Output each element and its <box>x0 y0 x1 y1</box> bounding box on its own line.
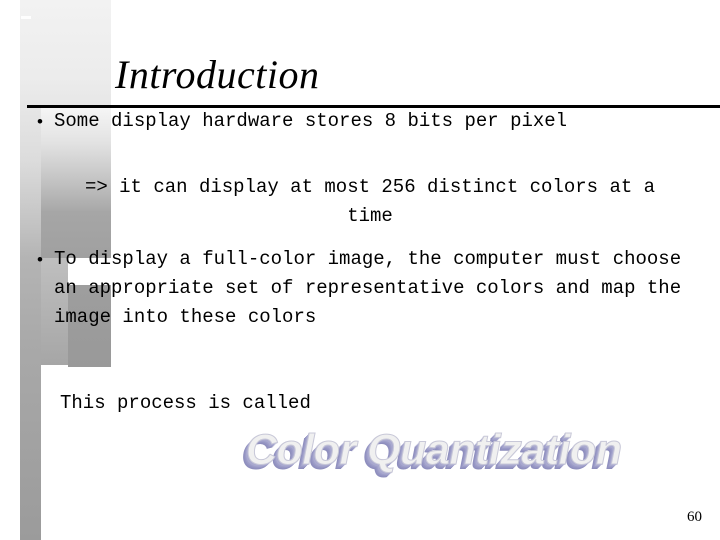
decorative-highlight-streak <box>21 16 31 19</box>
wordart-graphic: Color Quantization <box>246 424 646 480</box>
bullet-marker-icon: • <box>37 112 43 131</box>
bullet-text: Some display hardware stores 8 bits per … <box>54 110 568 132</box>
bullet-marker-icon: • <box>37 250 43 269</box>
presentation-slide: Introduction • Some display hardware sto… <box>0 0 720 540</box>
bullet-text: To display a full-color image, the compu… <box>54 248 682 328</box>
wordart-text: Color Quantization <box>246 426 623 475</box>
bullet-item: • Some display hardware stores 8 bits pe… <box>37 107 657 136</box>
sub-point-text: => it can display at most 256 distinct c… <box>84 176 667 227</box>
bullet-item: • To display a full-color image, the com… <box>37 245 697 332</box>
closing-text: This process is called <box>60 392 311 414</box>
page-number: 60 <box>687 509 702 525</box>
slide-title: Introduction <box>115 52 320 97</box>
